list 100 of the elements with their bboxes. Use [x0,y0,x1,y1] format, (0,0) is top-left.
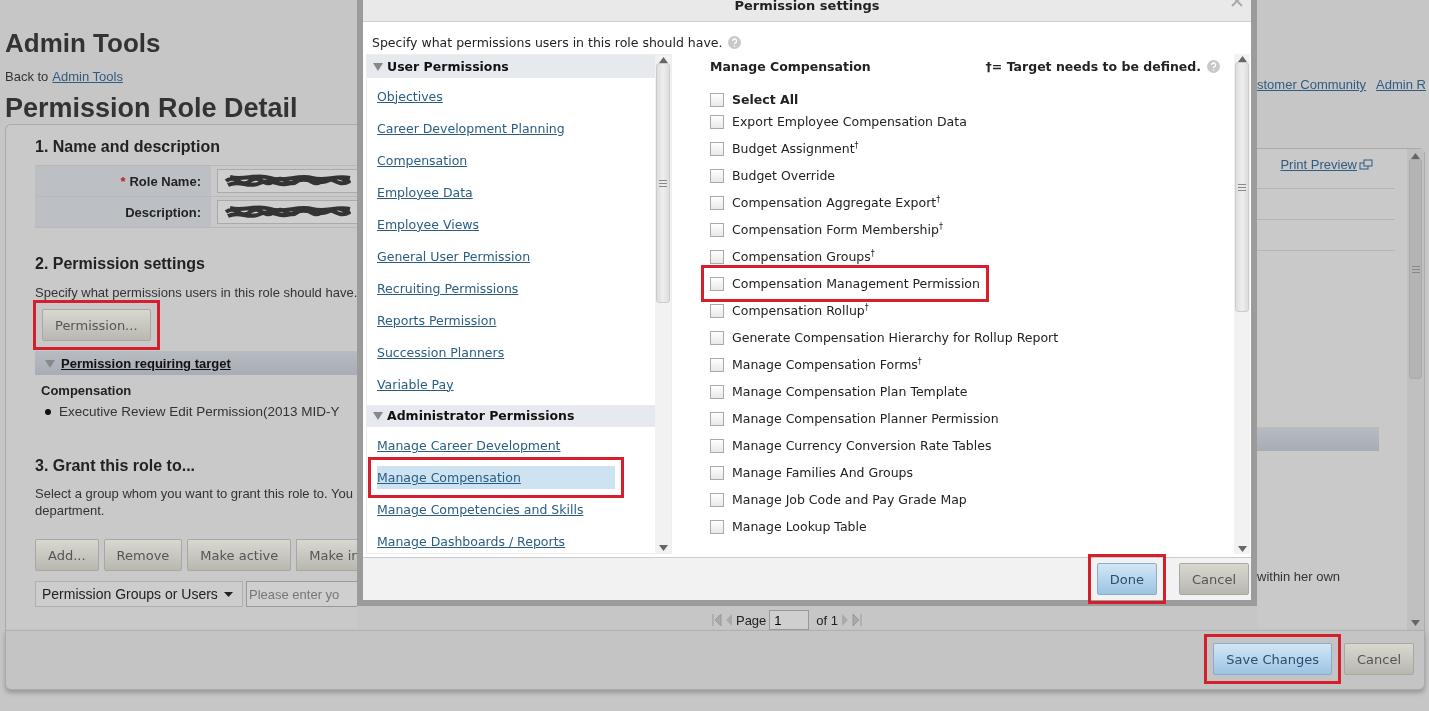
checkbox[interactable] [710,465,724,480]
permission-label: Compensation Aggregate Export$^{†}$ [732,194,941,211]
checkbox[interactable] [710,114,724,129]
checkbox[interactable] [710,276,724,291]
permission-label: Generate Compensation Hierarchy for Rollup Report [732,330,1059,345]
print-preview-link[interactable]: Print Preview [1280,157,1357,172]
checkbox[interactable] [710,249,724,264]
category-link[interactable]: Recruiting Permissions [377,276,615,300]
popup-window-icon[interactable] [1359,159,1373,170]
previous-page-icon[interactable] [724,614,733,626]
checkbox[interactable] [710,411,724,426]
checkbox[interactable] [710,195,724,210]
top-link[interactable]: Admin R [1376,77,1426,92]
section-title: 1. Name and description [35,137,221,157]
checkbox[interactable] [710,141,724,156]
type-dropdown[interactable]: Permission Groups or Users [35,581,243,607]
checkbox[interactable] [710,222,724,237]
permission-label: Budget Override [732,168,835,183]
scroll-thumb[interactable] [656,63,670,303]
scroll-down-icon[interactable] [1411,620,1420,626]
page-scrollbar[interactable] [1407,149,1424,630]
page-label: Page [735,612,767,628]
top-link[interactable]: stomer Community [1257,77,1367,92]
next-page-icon[interactable] [841,614,850,626]
category-link[interactable]: Reports Permission [377,308,615,332]
category-link[interactable]: Manage Dashboards / Reports [377,530,615,553]
category-link[interactable]: Objectives [377,84,615,108]
permission-label: Manage Compensation Forms$^{†}$ [732,356,922,373]
dialog-intro: Specify what permissions users in this role should have. [372,35,723,50]
scroll-thumb[interactable] [1409,159,1422,379]
category-link[interactable]: Variable Pay [377,372,615,396]
expand-triangle-icon[interactable] [45,358,55,368]
scroll-down-icon[interactable] [658,545,668,551]
grip-icon [1411,265,1420,273]
permission-label: Manage Lookup Table [732,519,867,534]
permission-label: Compensation Form Membership$^{†}$ [732,221,943,238]
search-field[interactable]: Please enter yo [246,581,357,607]
section-description: Specify what permissions users in this role should have. [35,284,357,301]
text-field[interactable] [217,169,357,193]
category-link[interactable]: Manage Competencies and Skills [377,498,615,521]
cancel-button[interactable]: Cancel [1343,643,1414,675]
category-link[interactable]: Manage Career Development [377,434,615,457]
action-button[interactable]: Remove [103,539,183,571]
permission-label: Compensation Rollup$^{†}$ [732,302,869,319]
category-link[interactable]: Manage Compensation [377,466,615,489]
category-link[interactable]: Career Development Planning [377,116,615,140]
field-label: Description: [125,204,201,220]
checkbox[interactable] [710,384,724,399]
action-button[interactable]: Make active [187,539,292,571]
bullet-icon [45,409,51,415]
last-page-icon[interactable] [852,614,863,626]
section-title: 3. Grant this role to... [35,456,197,476]
permission-button[interactable]: Permission... [42,309,151,341]
primary-button[interactable]: Save Changes [1213,643,1332,675]
category-link[interactable]: General User Permission [377,244,615,268]
checkbox[interactable] [710,92,724,107]
expand-triangle-icon[interactable] [373,61,383,71]
checkbox[interactable] [710,330,724,345]
category-link[interactable]: Succession Planners [377,340,615,364]
breadcrumb-link[interactable]: Admin Tools [52,69,123,85]
scrollbar[interactable] [1234,54,1250,554]
permission-label: Export Employee Compensation Data [732,114,967,129]
target-bar[interactable]: Permission requiring target [35,351,357,375]
primary-button[interactable]: Done [1096,563,1157,595]
cancel-button[interactable]: Cancel [1178,563,1249,595]
scrollbar[interactable] [655,55,671,553]
permission-label: Manage Currency Conversion Rate Tables [732,438,992,453]
section-title: 2. Permission settings [35,254,206,274]
checkbox[interactable] [710,168,724,183]
checkbox[interactable] [710,438,724,453]
checkbox[interactable] [710,492,724,507]
category-link[interactable]: Employee Views [377,212,615,236]
page-field[interactable]: 1 [769,610,810,630]
page-title: Admin Tools [5,28,162,58]
permission-item: Executive Review Edit Permission(2013 MID-Y [59,403,340,421]
action-button[interactable]: Add... [35,539,99,571]
scroll-down-icon[interactable] [1237,546,1247,552]
section-description: department. [35,502,106,519]
section-description: within her own [1257,568,1342,585]
group-title: Compensation [41,382,133,400]
first-page-icon[interactable] [711,614,722,626]
help-icon[interactable] [728,36,742,49]
category-link[interactable]: Employee Data [377,180,615,204]
permission-label: Manage Compensation Planner Permission [732,411,999,426]
group-header[interactable]: User Permissions [367,55,655,78]
required-mark: * [120,173,126,189]
scroll-thumb[interactable] [1235,62,1249,312]
page-heading: Permission Role Detail [5,92,299,124]
checkbox[interactable] [710,357,724,372]
permission-label: Compensation Groups$^{†}$ [732,248,875,265]
checkbox[interactable] [710,519,724,534]
permission-label: Manage Compensation Plan Template [732,384,968,399]
pane-title: Manage Compensation [710,58,871,74]
category-link[interactable]: Compensation [377,148,615,172]
help-icon[interactable] [1207,59,1220,73]
group-header[interactable]: Administrator Permissions [367,404,655,427]
text-field[interactable] [217,200,357,224]
checkbox[interactable] [710,303,724,318]
expand-triangle-icon[interactable] [373,411,383,421]
caret-icon [223,591,233,597]
